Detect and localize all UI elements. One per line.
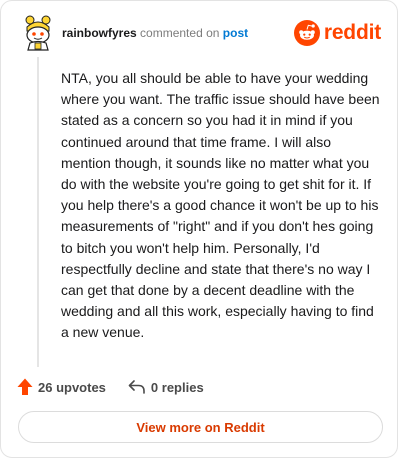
comment-actions: 26 upvotes 0 replies: [17, 377, 204, 397]
comment-meta: rainbowfyres commented on post: [62, 26, 248, 40]
username-link[interactable]: rainbowfyres: [62, 26, 137, 40]
upvote-count: 26 upvotes: [38, 379, 106, 395]
thread-line: [37, 57, 39, 367]
reply-arrow-icon: [128, 380, 145, 394]
snoo-avatar-icon[interactable]: [21, 15, 55, 51]
post-link[interactable]: post: [223, 26, 248, 40]
reddit-logo-icon: [293, 20, 320, 46]
reddit-wordmark: reddit: [323, 21, 381, 44]
view-more-button[interactable]: View more on Reddit: [18, 411, 383, 443]
upvote-button[interactable]: 26 upvotes: [17, 378, 106, 396]
reddit-brand[interactable]: reddit: [293, 19, 381, 47]
upvote-arrow-icon: [17, 378, 33, 395]
action-text: commented on: [140, 26, 220, 40]
reply-count: 0 replies: [150, 379, 204, 395]
comment-header: rainbowfyres commented on post reddit: [17, 15, 383, 51]
replies-button[interactable]: 0 replies: [128, 379, 204, 395]
comment-body: NTA, you all should be able to have your…: [61, 70, 380, 341]
reddit-embed-card: rainbowfyres commented on post reddit NT…: [0, 0, 398, 458]
